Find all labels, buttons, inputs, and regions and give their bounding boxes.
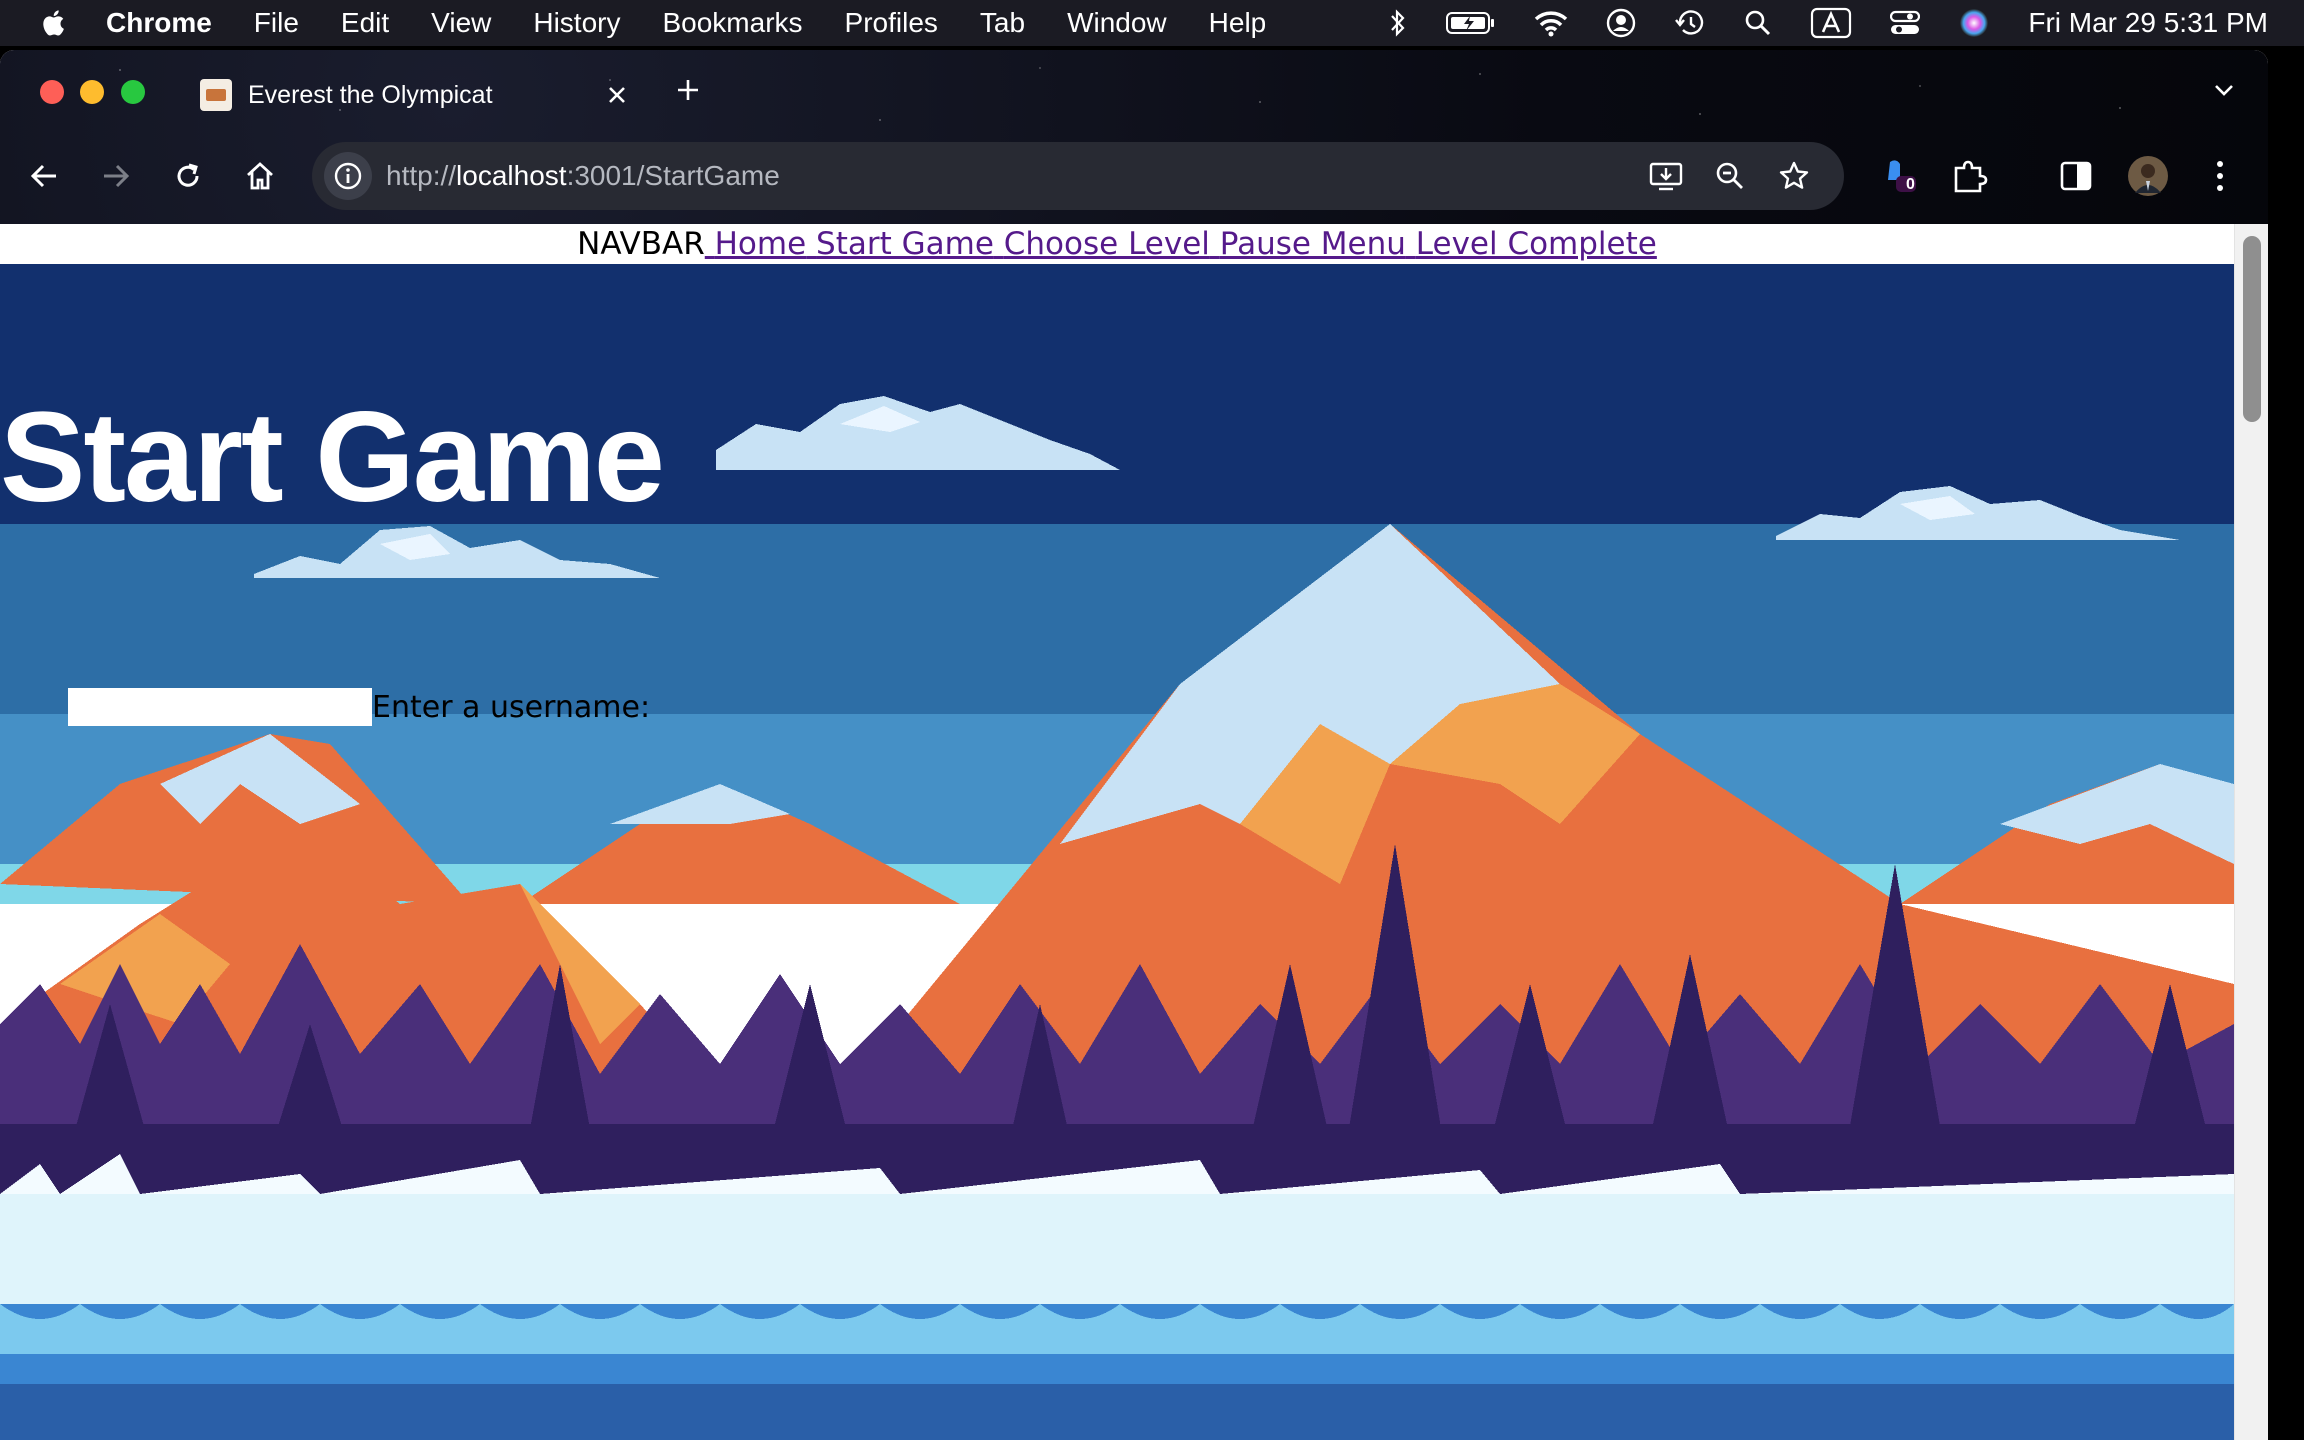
new-tab-button[interactable] bbox=[670, 72, 706, 108]
siri-icon[interactable] bbox=[1958, 7, 1990, 39]
chrome-menu-icon[interactable] bbox=[2198, 154, 2242, 198]
nav-link-choose-level[interactable]: Choose Level bbox=[994, 226, 1210, 262]
menu-file[interactable]: File bbox=[254, 7, 299, 39]
url-host: localhost bbox=[456, 160, 567, 191]
home-button[interactable] bbox=[238, 154, 282, 198]
nav-link-home[interactable]: Home bbox=[705, 226, 807, 262]
menu-tab[interactable]: Tab bbox=[980, 7, 1025, 39]
site-info-icon[interactable] bbox=[324, 152, 372, 200]
tab-close-icon[interactable] bbox=[602, 80, 632, 110]
tab-title: Everest the Olympicat bbox=[248, 80, 493, 109]
menu-edit[interactable]: Edit bbox=[341, 7, 389, 39]
tab-search-chevron-icon[interactable] bbox=[2206, 72, 2242, 108]
scrollbar-thumb[interactable] bbox=[2243, 236, 2261, 422]
reload-button[interactable] bbox=[166, 154, 210, 198]
profile-avatar[interactable] bbox=[2124, 152, 2172, 200]
menu-bar-clock[interactable]: Fri Mar 29 5:31 PM bbox=[2028, 7, 2268, 39]
navbar: NAVBAR Home Start Game Choose Level Paus… bbox=[0, 224, 2234, 264]
nav-link-level-complete[interactable]: Level Complete bbox=[1406, 226, 1657, 262]
close-window-button[interactable] bbox=[40, 80, 64, 104]
forward-button[interactable] bbox=[94, 154, 138, 198]
minimize-window-button[interactable] bbox=[80, 80, 104, 104]
control-center-icon[interactable] bbox=[1890, 9, 1921, 37]
menu-history[interactable]: History bbox=[533, 7, 620, 39]
browser-tab[interactable]: Everest the Olympicat bbox=[184, 64, 646, 126]
url-path: :3001/StartGame bbox=[566, 160, 780, 191]
install-app-icon[interactable] bbox=[1646, 156, 1686, 196]
wifi-icon[interactable] bbox=[1534, 9, 1568, 37]
back-button[interactable] bbox=[22, 154, 66, 198]
browser-toolbar-area: Everest the Olympicat http://localhost:3… bbox=[0, 50, 2268, 224]
menu-profiles[interactable]: Profiles bbox=[845, 7, 938, 39]
address-bar[interactable]: http://localhost:3001/StartGame bbox=[312, 142, 1844, 210]
time-machine-icon[interactable] bbox=[1674, 8, 1706, 38]
bookmark-star-icon[interactable] bbox=[1774, 156, 1814, 196]
username-label: Enter a username: bbox=[372, 689, 651, 725]
input-source-icon[interactable] bbox=[1810, 7, 1852, 39]
web-page: NAVBAR Home Start Game Choose Level Paus… bbox=[0, 224, 2234, 1440]
browser-window: Everest the Olympicat http://localhost:3… bbox=[0, 50, 2268, 1440]
side-panel-icon[interactable] bbox=[2054, 154, 2098, 198]
site-favicon bbox=[200, 79, 232, 111]
apple-icon[interactable] bbox=[40, 8, 70, 38]
url-scheme: http:// bbox=[386, 160, 457, 191]
menu-bookmarks[interactable]: Bookmarks bbox=[662, 7, 802, 39]
url-text[interactable]: http://localhost:3001/StartGame bbox=[386, 160, 780, 192]
nav-link-start-game[interactable]: Start Game bbox=[806, 226, 994, 262]
menu-view[interactable]: View bbox=[431, 7, 491, 39]
extension-badge-icon[interactable]: 0 bbox=[1876, 154, 1920, 198]
page-title: Start Game bbox=[0, 386, 665, 529]
username-form: Enter a username: bbox=[68, 688, 650, 726]
user-account-icon[interactable] bbox=[1606, 8, 1636, 38]
fullscreen-window-button[interactable] bbox=[121, 80, 145, 104]
menu-help[interactable]: Help bbox=[1209, 7, 1267, 39]
menu-chrome[interactable]: Chrome bbox=[106, 7, 212, 39]
navbar-label: NAVBAR bbox=[577, 226, 705, 262]
battery-icon[interactable] bbox=[1446, 10, 1496, 36]
extensions-puzzle-icon[interactable] bbox=[1948, 154, 1992, 198]
macos-menu-bar: Chrome File Edit View History Bookmarks … bbox=[0, 0, 2304, 46]
page-scrollbar[interactable] bbox=[2234, 224, 2268, 1440]
status-icons: Fri Mar 29 5:31 PM bbox=[1388, 0, 2268, 46]
pixel-mountain-background: Start Game Enter a username: bbox=[0, 264, 2234, 1440]
bluetooth-icon[interactable] bbox=[1388, 8, 1408, 38]
extension-badge-count: 0 bbox=[1906, 176, 1915, 193]
spotlight-search-icon[interactable] bbox=[1744, 9, 1772, 37]
username-input[interactable] bbox=[68, 688, 372, 726]
menu-window[interactable]: Window bbox=[1067, 7, 1167, 39]
nav-link-pause-menu[interactable]: Pause Menu bbox=[1210, 226, 1406, 262]
zoom-icon[interactable] bbox=[1710, 156, 1750, 196]
